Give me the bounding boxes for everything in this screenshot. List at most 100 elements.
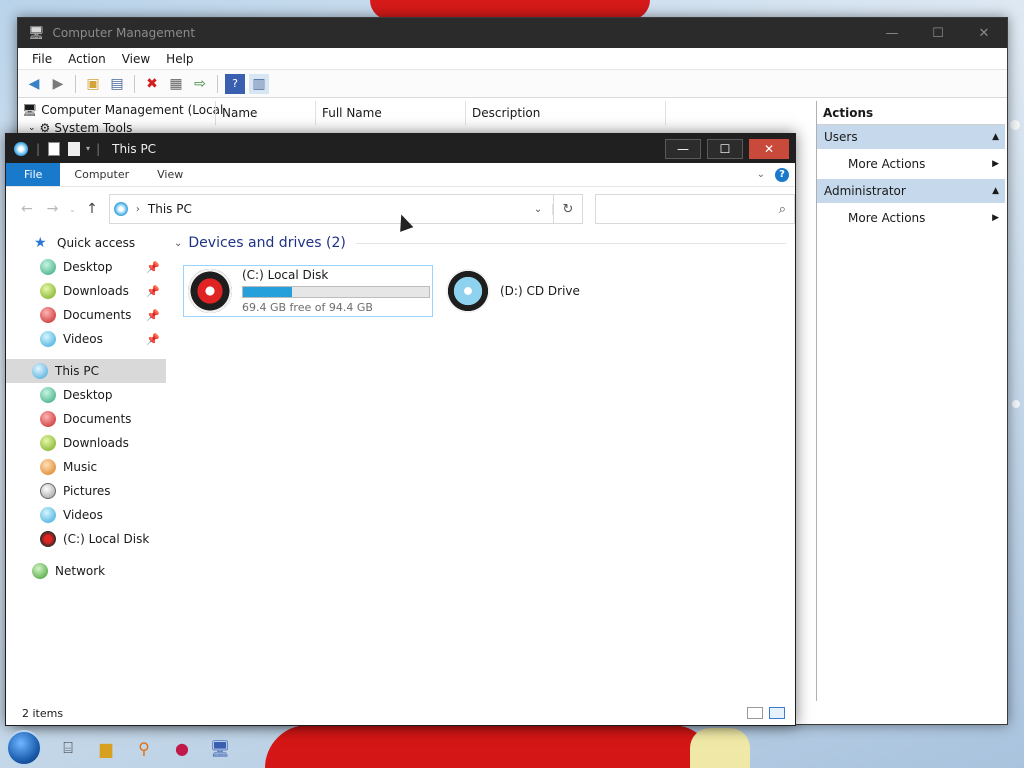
nav-pc-downloads[interactable]: Downloads bbox=[6, 431, 166, 455]
actions-group-administrator[interactable]: Administrator ▲ bbox=[817, 179, 1005, 203]
cm-close-button[interactable]: ✕ bbox=[961, 18, 1007, 48]
nav-this-pc[interactable]: This PC bbox=[6, 359, 166, 383]
tab-computer[interactable]: Computer bbox=[60, 163, 143, 186]
pin-icon[interactable]: 📌 bbox=[146, 285, 160, 298]
explorer-maximize-button[interactable]: ☐ bbox=[707, 138, 743, 159]
back-button[interactable]: ← bbox=[14, 201, 40, 217]
pin-icon[interactable]: 📌 bbox=[146, 309, 160, 322]
file-explorer-taskbar-icon[interactable]: ▆ bbox=[94, 736, 118, 760]
action-pane-icon[interactable]: ▥ bbox=[249, 73, 269, 94]
drive-c-tile[interactable]: (C:) Local Disk 69.4 GB free of 94.4 GB bbox=[183, 265, 433, 317]
submenu-arrow-icon: ▶ bbox=[992, 213, 999, 223]
refresh-button[interactable]: ↻ bbox=[553, 194, 584, 224]
action-item-label: More Actions bbox=[848, 157, 926, 171]
nav-pc-desktop[interactable]: Desktop bbox=[6, 383, 166, 407]
nav-quick-documents[interactable]: Documents 📌 bbox=[6, 303, 166, 327]
actions-group-label: Administrator bbox=[824, 184, 906, 198]
nav-quick-access[interactable]: ★ Quick access bbox=[6, 231, 166, 255]
nav-quick-videos[interactable]: Videos 📌 bbox=[6, 327, 166, 351]
quick-access-toolbar-separator: | bbox=[96, 141, 101, 156]
drive-d-tile[interactable]: (D:) CD Drive bbox=[442, 265, 642, 317]
submenu-arrow-icon: ▶ bbox=[992, 159, 999, 169]
devices-group-header[interactable]: ⌄ Devices and drives (2) bbox=[174, 231, 786, 255]
item-count: 2 items bbox=[22, 706, 64, 720]
app-taskbar-icon[interactable]: ● bbox=[170, 736, 194, 760]
new-folder-quick-icon[interactable] bbox=[68, 141, 81, 156]
task-view-icon[interactable]: ⌸ bbox=[56, 736, 80, 760]
cm-menu-view[interactable]: View bbox=[114, 52, 158, 66]
column-header-description[interactable]: Description bbox=[466, 101, 666, 125]
nav-item-label: Downloads bbox=[63, 436, 129, 450]
explorer-close-button[interactable]: ✕ bbox=[749, 138, 789, 159]
explorer-minimize-button[interactable]: — bbox=[665, 138, 701, 159]
group-divider bbox=[355, 242, 786, 244]
forward-button[interactable]: → bbox=[40, 201, 66, 217]
help-icon[interactable]: ? bbox=[225, 73, 245, 94]
nav-pc-videos[interactable]: Videos bbox=[6, 503, 166, 527]
address-dropdown-icon[interactable]: ⌄ bbox=[525, 203, 553, 215]
tab-view[interactable]: View bbox=[143, 163, 197, 186]
videos-icon bbox=[40, 507, 56, 523]
computer-management-taskbar-icon[interactable]: 🖥 bbox=[208, 736, 232, 760]
pin-icon[interactable]: 📌 bbox=[146, 333, 160, 346]
cm-menu-action[interactable]: Action bbox=[60, 52, 114, 66]
nav-item-label: Desktop bbox=[63, 388, 113, 402]
customize-toolbar-icon[interactable]: ▾ bbox=[86, 144, 90, 153]
desktop-icon bbox=[40, 387, 56, 403]
nav-pc-documents[interactable]: Documents bbox=[6, 407, 166, 431]
toolbar-divider bbox=[134, 74, 135, 93]
actions-group-users[interactable]: Users ▲ bbox=[817, 125, 1005, 149]
up-folder-icon[interactable]: ▣ bbox=[83, 74, 103, 94]
nav-item-label: Documents bbox=[63, 308, 132, 322]
show-hide-tree-icon[interactable]: ▤ bbox=[107, 74, 127, 94]
local-disk-icon bbox=[40, 531, 56, 547]
actions-pane: Actions Users ▲ More Actions ▶ Administr… bbox=[816, 101, 1005, 701]
administrator-more-actions[interactable]: More Actions ▶ bbox=[817, 203, 1005, 233]
cm-menubar: File Action View Help bbox=[18, 48, 1007, 70]
export-list-icon[interactable]: ⇨ bbox=[190, 74, 210, 94]
nav-quick-desktop[interactable]: Desktop 📌 bbox=[6, 255, 166, 279]
recent-locations-button[interactable]: ⌄ bbox=[65, 205, 79, 214]
nav-pc-music[interactable]: Music bbox=[6, 455, 166, 479]
pin-icon[interactable]: 📌 bbox=[146, 261, 160, 274]
nav-pc-pictures[interactable]: Pictures bbox=[6, 479, 166, 503]
computer-icon: 🖥 bbox=[22, 103, 38, 117]
tab-file[interactable]: File bbox=[6, 163, 61, 186]
documents-icon bbox=[40, 307, 56, 323]
nav-item-label: This PC bbox=[55, 364, 99, 378]
cm-minimize-button[interactable]: — bbox=[869, 18, 915, 48]
breadcrumb-separator-icon[interactable]: › bbox=[136, 204, 140, 215]
cd-drive-icon bbox=[446, 269, 490, 313]
breadcrumb-this-pc[interactable]: This PC bbox=[148, 202, 192, 216]
collapse-icon: ▲ bbox=[992, 132, 999, 142]
nav-quick-downloads[interactable]: Downloads 📌 bbox=[6, 279, 166, 303]
cm-menu-file[interactable]: File bbox=[24, 52, 60, 66]
search-taskbar-icon[interactable]: ⚲ bbox=[132, 736, 156, 760]
properties-icon[interactable]: ▦ bbox=[166, 74, 186, 94]
tree-item-computer-management[interactable]: 🖥 Computer Management (Local bbox=[22, 101, 223, 119]
details-view-icon[interactable] bbox=[747, 707, 763, 719]
help-icon[interactable]: ? bbox=[775, 167, 789, 182]
up-button[interactable]: ↑ bbox=[79, 201, 105, 217]
action-item-label: More Actions bbox=[848, 211, 926, 225]
search-input[interactable]: ⌕ bbox=[595, 194, 795, 224]
delete-icon[interactable]: ✖ bbox=[142, 74, 162, 94]
back-icon[interactable]: ◀ bbox=[24, 74, 44, 94]
properties-quick-icon[interactable] bbox=[48, 141, 61, 156]
cm-menu-help[interactable]: Help bbox=[158, 52, 201, 66]
wallpaper-decoration bbox=[690, 728, 750, 768]
cm-maximize-button[interactable]: ☐ bbox=[915, 18, 961, 48]
users-more-actions[interactable]: More Actions ▶ bbox=[817, 149, 1005, 179]
column-header-full-name[interactable]: Full Name bbox=[316, 101, 466, 125]
nav-pc-local-disk[interactable]: (C:) Local Disk bbox=[6, 527, 166, 551]
column-header-name[interactable]: Name bbox=[216, 101, 316, 125]
drive-usage-fill bbox=[243, 287, 293, 297]
address-bar[interactable]: › This PC ⌄ bbox=[108, 194, 554, 224]
expand-ribbon-icon[interactable]: ⌄ bbox=[757, 169, 765, 180]
forward-icon[interactable]: ▶ bbox=[48, 74, 68, 94]
start-button[interactable] bbox=[6, 730, 42, 766]
large-icons-view-icon[interactable] bbox=[769, 707, 785, 719]
cm-titlebar: 🖥 Computer Management — ☐ ✕ bbox=[18, 18, 1007, 48]
this-pc-icon bbox=[14, 141, 28, 156]
nav-network[interactable]: Network bbox=[6, 559, 166, 583]
